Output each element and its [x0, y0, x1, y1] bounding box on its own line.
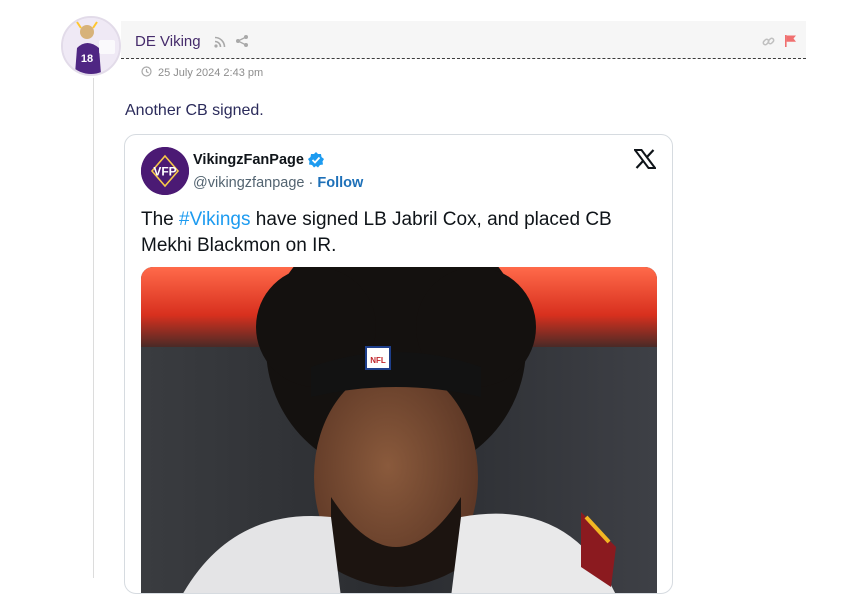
post-date: 25 July 2024 2:43 pm	[158, 67, 264, 79]
embedded-tweet[interactable]: VFP VikingzFanPage @vikingzfanpage · Fol…	[124, 134, 673, 594]
follow-link[interactable]: Follow	[317, 175, 363, 191]
verified-badge-icon	[307, 151, 325, 174]
hashtag-link[interactable]: #Vikings	[179, 209, 250, 230]
tweet-text-start: The	[141, 209, 180, 230]
tweet-text: The #Vikings have signed LB Jabril Cox, …	[141, 207, 641, 259]
post-header: DE Viking	[121, 21, 806, 59]
tweet-avatar-text: VFP	[153, 165, 176, 179]
tweet-handle[interactable]: @vikingzfanpage	[193, 175, 304, 191]
share-icon[interactable]	[235, 34, 249, 53]
x-logo-icon[interactable]	[633, 149, 657, 174]
helmet-logo-text: NFL	[370, 356, 386, 365]
tweet-media-image[interactable]: NFL	[141, 267, 657, 593]
tweet-handle-row: @vikingzfanpage · Follow	[193, 175, 363, 191]
clock-icon	[141, 64, 152, 82]
avatar-image: 18	[63, 18, 119, 74]
tweet-display-name[interactable]: VikingzFanPage	[193, 152, 304, 168]
rss-icon[interactable]	[214, 35, 226, 53]
author-name[interactable]: DE Viking	[135, 33, 201, 50]
thread-line	[93, 78, 94, 578]
tweet-avatar[interactable]: VFP	[141, 147, 189, 195]
link-icon[interactable]	[762, 35, 775, 53]
avatar[interactable]: 18	[61, 16, 121, 76]
tweet-separator: ·	[308, 175, 314, 191]
flag-icon[interactable]	[784, 34, 797, 53]
post-body-text: Another CB signed.	[125, 102, 264, 119]
avatar-number: 18	[81, 53, 93, 65]
post-date-row: 25 July 2024 2:43 pm	[141, 66, 263, 80]
